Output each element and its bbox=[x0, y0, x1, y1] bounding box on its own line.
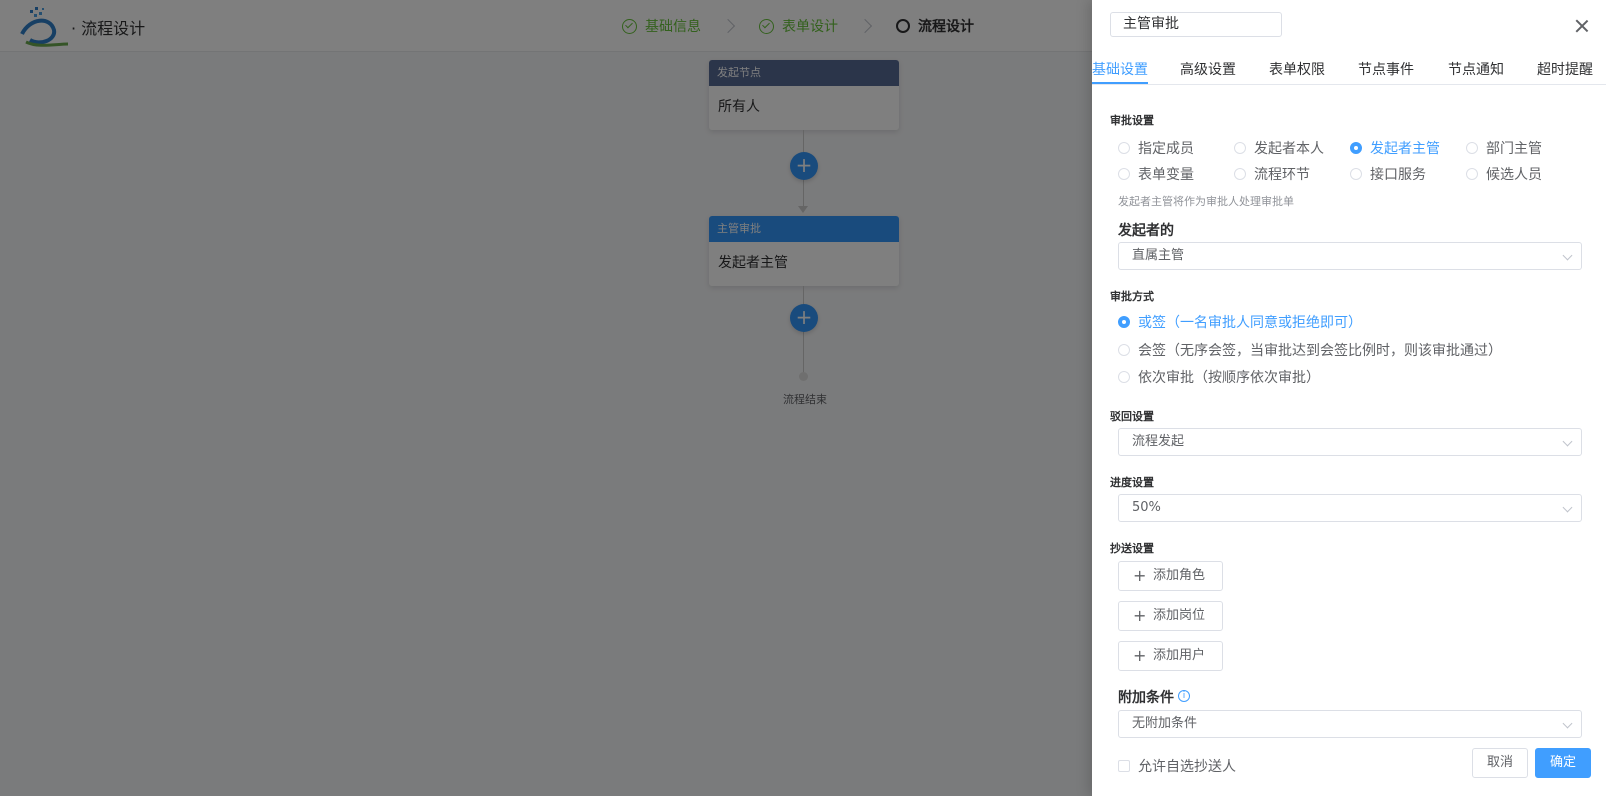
select-value: 流程发起 bbox=[1132, 434, 1185, 449]
button-label: 添加岗位 bbox=[1153, 608, 1206, 623]
extra-condition-label: 附加条件 bbox=[1118, 690, 1174, 706]
chevron-down-icon bbox=[1562, 436, 1573, 447]
tab-advanced[interactable]: 高级设置 bbox=[1180, 59, 1236, 79]
radio-circle bbox=[1234, 142, 1246, 154]
approval-method-label: 审批方式 bbox=[1110, 290, 1154, 303]
radio-countersign[interactable]: 会签（无序会签，当审批达到会签比例时，则该审批通过） bbox=[1118, 340, 1502, 360]
radio-label: 候选人员 bbox=[1486, 167, 1542, 183]
initiator-level-select[interactable]: 直属主管 bbox=[1118, 242, 1582, 270]
select-value: 50% bbox=[1132, 500, 1161, 515]
tab-basic[interactable]: 基础设置 bbox=[1092, 59, 1148, 79]
reject-setting-label: 驳回设置 bbox=[1110, 410, 1154, 423]
tab-form-permission[interactable]: 表单权限 bbox=[1269, 59, 1325, 79]
radio-label: 依次审批（按顺序依次审批） bbox=[1138, 370, 1320, 386]
plus-icon: + bbox=[1133, 566, 1147, 585]
cancel-button[interactable]: 取消 bbox=[1472, 748, 1528, 778]
radio-label: 会签（无序会签，当审批达到会签比例时，则该审批通过） bbox=[1138, 343, 1502, 359]
radio-circle bbox=[1118, 316, 1130, 328]
checkbox-label: 允许自选抄送人 bbox=[1138, 759, 1236, 775]
radio-label: 指定成员 bbox=[1138, 141, 1194, 157]
radio-circle bbox=[1350, 142, 1362, 154]
radio-label: 表单变量 bbox=[1138, 167, 1194, 183]
close-icon[interactable] bbox=[1572, 16, 1592, 36]
tab-node-notify[interactable]: 节点通知 bbox=[1448, 59, 1504, 79]
radio-candidate[interactable]: 候选人员 bbox=[1466, 164, 1542, 184]
settings-tabs: 基础设置 高级设置 表单权限 节点事件 节点通知 超时提醒 bbox=[1092, 50, 1606, 85]
add-post-button[interactable]: + 添加岗位 bbox=[1118, 601, 1223, 631]
radio-label: 部门主管 bbox=[1486, 141, 1542, 157]
radio-circle bbox=[1118, 168, 1130, 180]
radio-dept-manager[interactable]: 部门主管 bbox=[1466, 138, 1542, 158]
radio-flow-step[interactable]: 流程环节 bbox=[1234, 164, 1310, 184]
radio-circle bbox=[1466, 168, 1478, 180]
node-settings-drawer: 主管审批 基础设置 高级设置 表单权限 节点事件 节点通知 超时提醒 审批设置 … bbox=[1092, 0, 1606, 796]
radio-circle bbox=[1118, 142, 1130, 154]
info-icon[interactable]: i bbox=[1178, 690, 1190, 702]
tab-timeout-reminder[interactable]: 超时提醒 bbox=[1537, 59, 1593, 79]
radio-label: 接口服务 bbox=[1370, 167, 1426, 183]
plus-icon: + bbox=[1133, 646, 1147, 665]
tab-node-events[interactable]: 节点事件 bbox=[1358, 59, 1414, 79]
radio-circle bbox=[1118, 371, 1130, 383]
select-value: 直属主管 bbox=[1132, 248, 1185, 263]
button-label: 添加角色 bbox=[1153, 568, 1206, 583]
add-role-button[interactable]: + 添加角色 bbox=[1118, 561, 1223, 591]
chevron-down-icon bbox=[1562, 502, 1573, 513]
add-user-button[interactable]: + 添加用户 bbox=[1118, 641, 1223, 671]
approval-setting-label: 审批设置 bbox=[1110, 114, 1154, 127]
radio-or-sign[interactable]: 或签（一名审批人同意或拒绝即可） bbox=[1118, 312, 1362, 332]
radio-label: 发起者本人 bbox=[1254, 141, 1324, 157]
cc-setting-label: 抄送设置 bbox=[1110, 542, 1154, 555]
radio-initiator-supervisor[interactable]: 发起者主管 bbox=[1350, 138, 1440, 158]
radio-circle bbox=[1466, 142, 1478, 154]
allow-self-cc-checkbox[interactable]: 允许自选抄送人 bbox=[1118, 756, 1236, 776]
radio-circle bbox=[1350, 168, 1362, 180]
checkbox-box bbox=[1118, 760, 1130, 772]
radio-label: 发起者主管 bbox=[1370, 141, 1440, 157]
chevron-down-icon bbox=[1562, 250, 1573, 261]
progress-select[interactable]: 50% bbox=[1118, 494, 1582, 522]
initiator-label: 发起者的 bbox=[1118, 223, 1174, 239]
progress-setting-label: 进度设置 bbox=[1110, 476, 1154, 489]
select-value: 无附加条件 bbox=[1132, 716, 1198, 731]
approval-hint: 发起者主管将作为审批人处理审批单 bbox=[1118, 195, 1294, 208]
tab-active-indicator bbox=[1092, 82, 1148, 84]
chevron-down-icon bbox=[1562, 718, 1573, 729]
radio-specified-member[interactable]: 指定成员 bbox=[1118, 138, 1194, 158]
extra-condition-select[interactable]: 无附加条件 bbox=[1118, 710, 1582, 738]
radio-label: 流程环节 bbox=[1254, 167, 1310, 183]
confirm-button[interactable]: 确定 bbox=[1535, 748, 1591, 778]
plus-icon: + bbox=[1133, 606, 1147, 625]
radio-circle bbox=[1234, 168, 1246, 180]
button-label: 添加用户 bbox=[1153, 648, 1206, 663]
radio-api-service[interactable]: 接口服务 bbox=[1350, 164, 1426, 184]
reject-select[interactable]: 流程发起 bbox=[1118, 428, 1582, 456]
radio-circle bbox=[1118, 344, 1130, 356]
radio-initiator-self[interactable]: 发起者本人 bbox=[1234, 138, 1324, 158]
node-title-input[interactable]: 主管审批 bbox=[1110, 12, 1282, 37]
radio-sequential[interactable]: 依次审批（按顺序依次审批） bbox=[1118, 367, 1320, 387]
radio-label: 或签（一名审批人同意或拒绝即可） bbox=[1138, 315, 1362, 331]
radio-form-variable[interactable]: 表单变量 bbox=[1118, 164, 1194, 184]
